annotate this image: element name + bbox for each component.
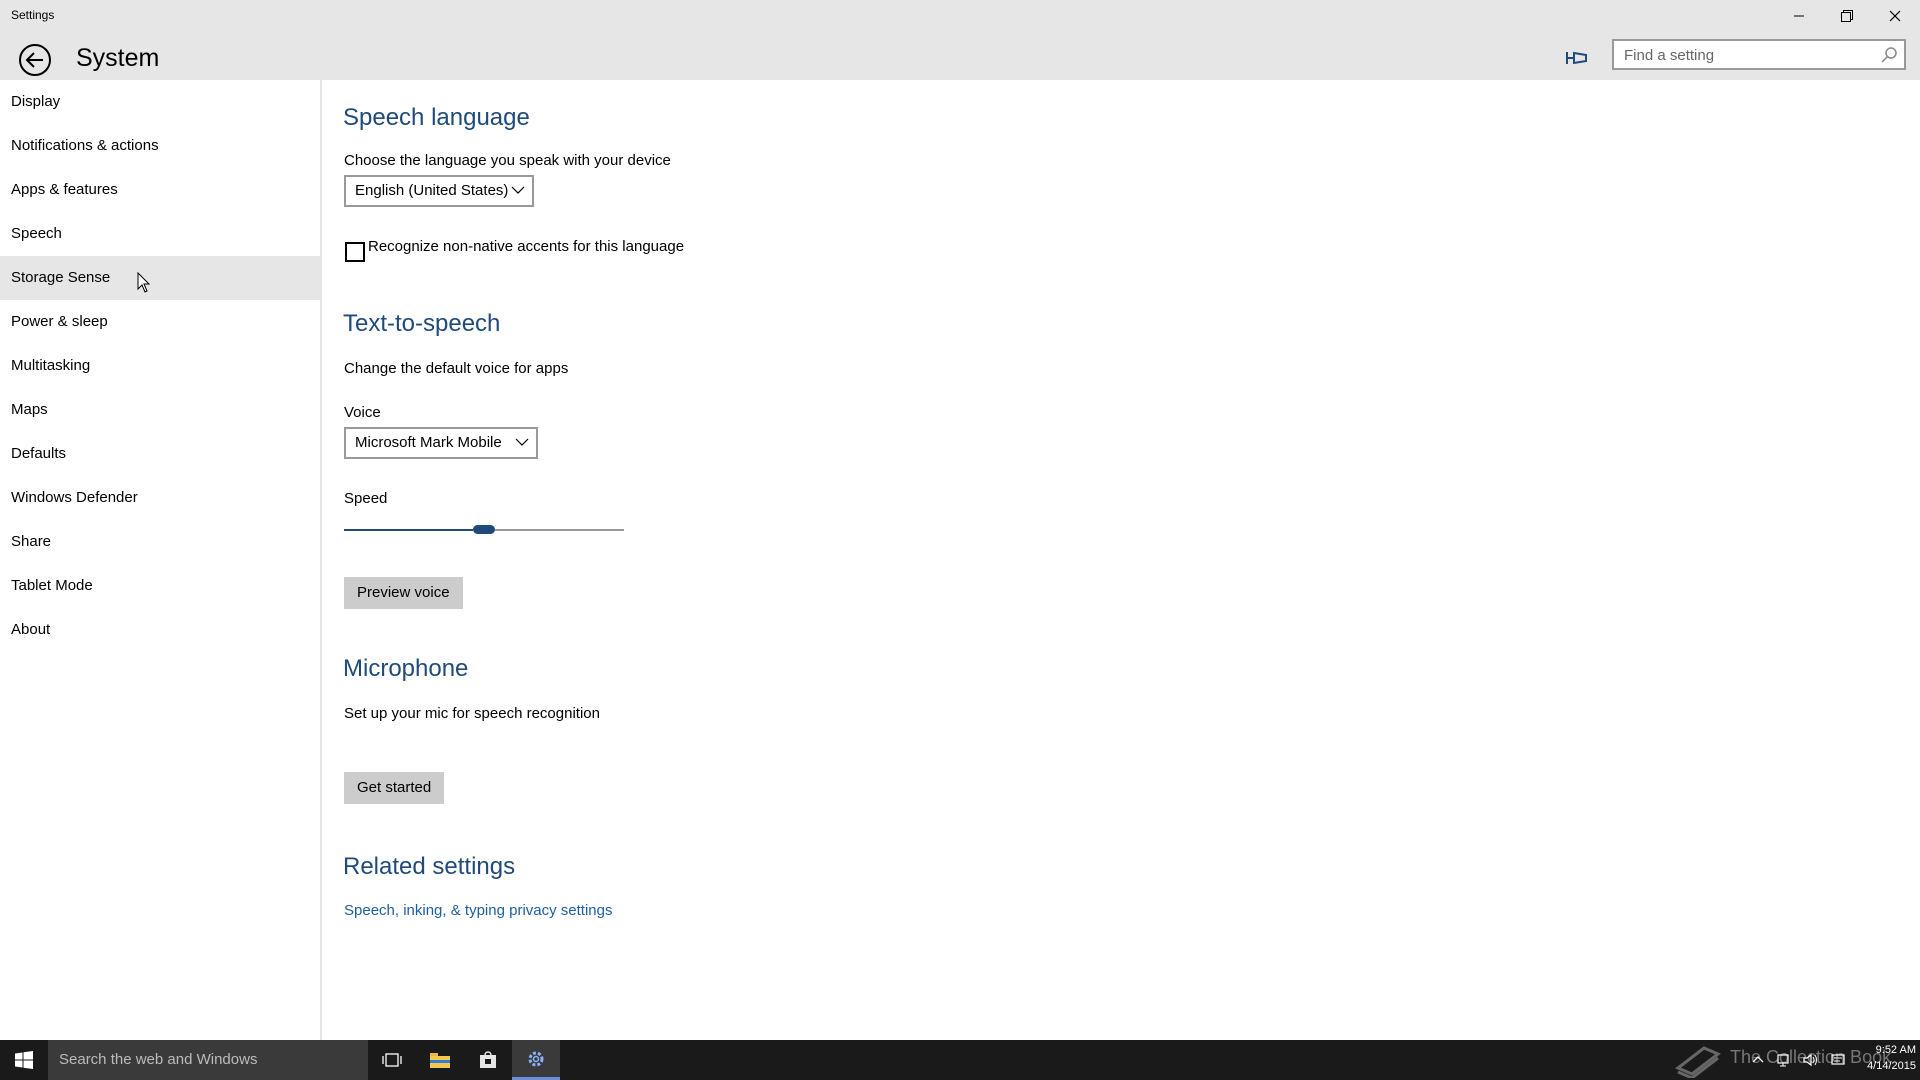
maximize-icon: [1841, 10, 1853, 22]
preview-voice-button[interactable]: Preview voice: [344, 577, 463, 609]
pin-button[interactable]: [1564, 46, 1594, 70]
search-icon[interactable]: [1880, 46, 1898, 64]
search-box[interactable]: [1612, 39, 1906, 70]
window-title: Settings: [11, 8, 55, 22]
chevron-down-icon: [511, 186, 525, 194]
network-icon[interactable]: [1776, 1052, 1792, 1068]
accent-checkbox-label: Recognize non-native accents for this la…: [368, 238, 685, 255]
store-button[interactable]: [464, 1040, 512, 1080]
back-button[interactable]: [16, 41, 54, 79]
speed-slider-thumb[interactable]: [473, 525, 495, 534]
file-explorer-button[interactable]: [416, 1040, 464, 1080]
search-input[interactable]: [1622, 46, 1876, 65]
settings-taskbar-button[interactable]: [512, 1040, 560, 1080]
sidebar: Display Notifications & actions Apps & f…: [0, 80, 322, 1040]
sidebar-item-maps[interactable]: Maps: [0, 388, 320, 432]
speech-language-description: Choose the language you speak with your …: [344, 152, 671, 169]
sidebar-item-notifications[interactable]: Notifications & actions: [0, 124, 320, 168]
speed-slider-track: [495, 529, 624, 531]
sidebar-item-power-sleep[interactable]: Power & sleep: [0, 300, 320, 344]
windows-logo-icon: [15, 1051, 33, 1069]
start-button[interactable]: [0, 1040, 48, 1080]
sidebar-item-storage-sense[interactable]: Storage Sense: [0, 256, 320, 300]
chevron-up-icon[interactable]: [1750, 1052, 1766, 1068]
speed-slider-fill: [344, 529, 473, 531]
sidebar-item-display[interactable]: Display: [0, 80, 320, 124]
sidebar-item-about[interactable]: About: [0, 608, 320, 652]
sidebar-item-defaults[interactable]: Defaults: [0, 432, 320, 476]
page-title: System: [76, 44, 160, 72]
get-started-button[interactable]: Get started: [344, 772, 445, 804]
file-explorer-icon: [430, 1053, 450, 1068]
store-icon: [480, 1051, 496, 1068]
text-to-speech-description: Change the default voice for apps: [344, 360, 569, 377]
sidebar-item-multitasking[interactable]: Multitasking: [0, 344, 320, 388]
settings-gear-icon: [528, 1051, 544, 1066]
taskbar: Search the web and Windows The Collectio…: [0, 1040, 1920, 1080]
privacy-settings-link[interactable]: Speech, inking, & typing privacy setting…: [344, 902, 612, 919]
speech-language-heading: Speech language: [343, 104, 530, 131]
sidebar-item-tablet-mode[interactable]: Tablet Mode: [0, 564, 320, 608]
voice-value: Microsoft Mark Mobile: [355, 434, 502, 451]
accent-checkbox[interactable]: [345, 242, 365, 262]
speed-slider[interactable]: [344, 520, 624, 540]
pin-icon: [1566, 51, 1587, 65]
close-button[interactable]: [1872, 0, 1918, 32]
speech-language-value: English (United States): [355, 182, 509, 199]
sidebar-item-share[interactable]: Share: [0, 520, 320, 564]
clock-time: 9:52 AM: [1875, 1044, 1916, 1056]
microphone-description: Set up your mic for speech recognition: [344, 705, 600, 722]
voice-label: Voice: [344, 404, 381, 421]
system-tray: [1750, 1040, 1846, 1080]
taskbar-search[interactable]: Search the web and Windows: [48, 1040, 368, 1080]
mouse-cursor-icon: [137, 272, 151, 293]
microphone-heading: Microphone: [343, 655, 469, 682]
title-bar: Settings: [0, 0, 1920, 32]
close-icon: [1889, 10, 1901, 22]
sidebar-item-apps-features[interactable]: Apps & features: [0, 168, 320, 212]
book-icon: [1675, 1046, 1721, 1078]
task-view-button[interactable]: [368, 1040, 416, 1080]
related-settings-heading: Related settings: [343, 853, 516, 880]
text-to-speech-heading: Text-to-speech: [343, 310, 501, 337]
speed-label: Speed: [344, 490, 388, 507]
back-arrow-icon: [19, 44, 51, 76]
task-view-icon: [382, 1053, 402, 1067]
clock-date: 4/14/2015: [1867, 1060, 1916, 1072]
volume-icon[interactable]: [1802, 1052, 1820, 1068]
minimize-button[interactable]: [1776, 0, 1822, 32]
sidebar-item-windows-defender[interactable]: Windows Defender: [0, 476, 320, 520]
sidebar-item-speech[interactable]: Speech: [0, 212, 320, 256]
header: System: [0, 32, 1920, 80]
voice-dropdown[interactable]: Microsoft Mark Mobile: [344, 427, 538, 459]
chevron-down-icon: [515, 438, 529, 446]
maximize-button[interactable]: [1824, 0, 1870, 32]
clock[interactable]: 9:52 AM 4/14/2015: [1846, 1042, 1916, 1074]
action-center-icon[interactable]: [1830, 1052, 1846, 1068]
minimize-icon: [1794, 15, 1804, 17]
speech-language-dropdown[interactable]: English (United States): [344, 175, 534, 207]
